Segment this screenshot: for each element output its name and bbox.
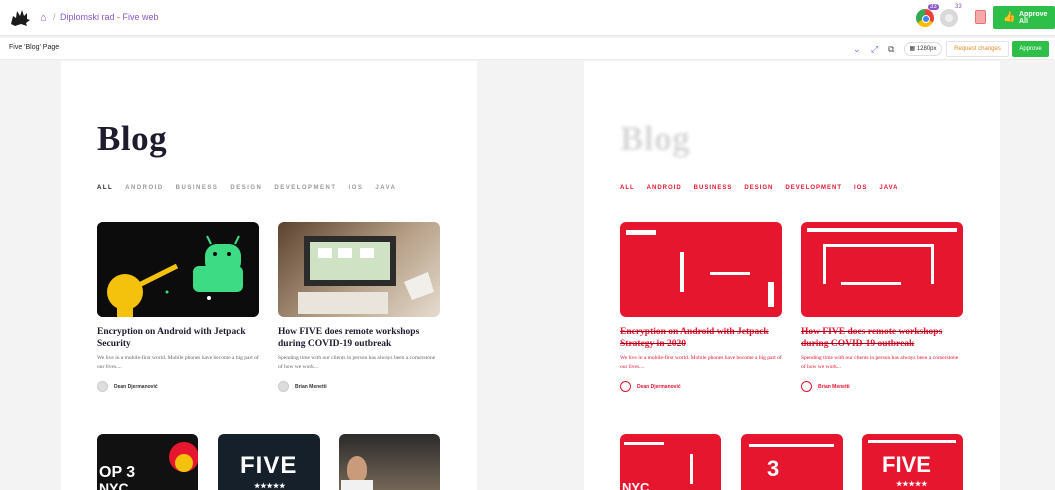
diff-gap xyxy=(807,228,957,232)
author-name: Dean Djermanović xyxy=(114,383,158,390)
category-design[interactable]: DESIGN xyxy=(744,185,773,191)
viewport-width-label: 1280px xyxy=(916,46,937,52)
screenshot-icon[interactable]: ⧉ xyxy=(888,44,894,55)
blog-title: Blog xyxy=(97,119,168,158)
user-avatar[interactable] xyxy=(938,7,960,29)
image-text: ★★★★★ xyxy=(254,483,286,490)
category-development[interactable]: DEVELOPMENT xyxy=(274,185,336,191)
category-ios[interactable]: IOS xyxy=(854,185,867,191)
viewport-width-selector[interactable]: ▦ 1280px xyxy=(904,42,942,56)
post-author[interactable]: Brian Menetti xyxy=(278,381,327,392)
post-image-top3-nyc[interactable]: OP 3 NYC xyxy=(97,434,198,490)
home-icon[interactable]: ⌂ xyxy=(40,12,47,24)
android-robot-illustration-icon xyxy=(97,222,259,317)
yellow-circle-shape xyxy=(175,454,193,472)
request-changes-button[interactable]: Request changes xyxy=(946,41,1009,57)
category-filter: ALL ANDROID BUSINESS DESIGN DEVELOPMENT … xyxy=(97,185,397,191)
category-ios[interactable]: IOS xyxy=(349,185,364,191)
post-image-diff[interactable] xyxy=(620,222,782,317)
image-text: NYC xyxy=(99,480,129,490)
image-text: ★★★★★ xyxy=(896,481,928,488)
diff-gap xyxy=(768,282,774,307)
post-title[interactable]: Encryption on Android with Jetpack Strat… xyxy=(620,326,782,350)
desktop-icon: ▦ xyxy=(909,46,917,52)
avatar-badge: 33 xyxy=(928,4,939,10)
top-bar: ⌂ / Diplomski rad - Five web 33 33 👍 App… xyxy=(0,0,1055,36)
category-development[interactable]: DEVELOPMENT xyxy=(785,185,842,191)
design-preview-panel: Blog ALL ANDROID BUSINESS DESIGN DEVELOP… xyxy=(61,61,477,490)
page-label: Five 'Blog' Page xyxy=(9,44,60,51)
author-avatar xyxy=(801,381,812,392)
post-title[interactable]: How FIVE does remote workshops during CO… xyxy=(801,326,963,350)
diff-preview-panel: Blog ALL ANDROID BUSINESS DESIGN DEVELOP… xyxy=(584,61,1000,490)
post-image-diff[interactable]: FIVE ★★★★★ xyxy=(862,434,963,490)
category-android[interactable]: ANDROID xyxy=(647,185,682,191)
hedgehog-logo-icon[interactable] xyxy=(9,8,31,28)
category-java[interactable]: JAVA xyxy=(879,185,898,191)
category-business[interactable]: BUSINESS xyxy=(176,185,219,191)
post-image-diff[interactable]: NYC xyxy=(620,434,721,490)
post-title[interactable]: How FIVE does remote workshops during CO… xyxy=(278,326,440,350)
diff-gap xyxy=(690,454,693,484)
post-author[interactable]: Dean Djermanović xyxy=(97,381,158,392)
diff-gap xyxy=(823,244,933,247)
diff-gap xyxy=(624,442,664,445)
diff-gap xyxy=(749,444,834,447)
post-image-diff[interactable]: 3 xyxy=(741,434,843,490)
category-design[interactable]: DESIGN xyxy=(230,185,262,191)
diff-gap xyxy=(680,252,684,292)
post-excerpt: Spending time with our clients in person… xyxy=(801,355,959,370)
collaborator-avatars[interactable]: 33 33 xyxy=(914,4,968,29)
avatar-badge: 33 xyxy=(955,4,962,10)
author-name: Brian Menetti xyxy=(295,383,327,390)
thumbs-up-icon: 👍 xyxy=(1003,12,1016,23)
workshop-photo-icon xyxy=(298,236,434,314)
chevron-down-icon[interactable]: ⌄ xyxy=(853,44,861,55)
post-image-workshop[interactable] xyxy=(278,222,440,317)
breadcrumb-project[interactable]: Diplomski rad - Five web xyxy=(60,12,159,22)
diff-gap xyxy=(823,244,826,284)
approve-button[interactable]: Approve xyxy=(1012,41,1049,57)
post-excerpt: We live in a mobile-first world. Mobile … xyxy=(97,355,259,370)
post-image-android[interactable] xyxy=(97,222,259,317)
clipboard-icon[interactable] xyxy=(975,10,986,24)
category-all[interactable]: ALL xyxy=(620,185,635,191)
image-text: 3 xyxy=(767,456,780,481)
person-head-shape xyxy=(347,456,367,482)
diff-gap xyxy=(710,272,750,275)
category-business[interactable]: BUSINESS xyxy=(694,185,733,191)
diff-gap xyxy=(868,440,956,443)
post-excerpt: Spending time with our clients in person… xyxy=(278,355,436,370)
breadcrumb-separator: / xyxy=(53,12,56,22)
category-filter-diff: ALL ANDROID BUSINESS DESIGN DEVELOPMENT … xyxy=(620,185,899,191)
diff-gap xyxy=(626,230,656,235)
post-image-diff[interactable] xyxy=(801,222,963,317)
post-author[interactable]: Brian Menetti xyxy=(801,381,850,392)
post-excerpt: We live in a mobile-first world. Mobile … xyxy=(620,355,782,370)
page-toolbar: Five 'Blog' Page ⌄ ⤢ ⧉ ▦ 1280px Request … xyxy=(0,38,1055,60)
author-avatar xyxy=(278,381,289,392)
person-shirt-shape xyxy=(341,480,373,490)
approve-all-label: Approve All xyxy=(1019,10,1048,25)
post-image-speaker[interactable] xyxy=(339,434,440,490)
post-author[interactable]: Dean Djermanović xyxy=(620,381,681,392)
expand-icon[interactable]: ⤢ xyxy=(871,44,878,55)
chrome-browser-avatar-icon[interactable] xyxy=(914,7,936,29)
author-name: Dean Djermanović xyxy=(637,383,681,390)
post-image-five[interactable]: FIVE ★★★★★ xyxy=(218,434,320,490)
author-avatar xyxy=(620,381,631,392)
image-text: NYC xyxy=(622,480,650,490)
author-name: Brian Menetti xyxy=(818,383,850,390)
image-text: FIVE xyxy=(240,452,298,479)
approve-all-button[interactable]: 👍 Approve All xyxy=(993,6,1055,29)
category-android[interactable]: ANDROID xyxy=(125,185,164,191)
category-java[interactable]: JAVA xyxy=(375,185,396,191)
category-all[interactable]: ALL xyxy=(97,185,113,191)
diff-gap xyxy=(841,282,901,285)
diff-gap xyxy=(931,244,934,284)
author-avatar xyxy=(97,381,108,392)
blog-title: Blog xyxy=(620,119,691,158)
post-title[interactable]: Encryption on Android with Jetpack Secur… xyxy=(97,326,259,350)
image-text: FIVE xyxy=(882,452,931,477)
